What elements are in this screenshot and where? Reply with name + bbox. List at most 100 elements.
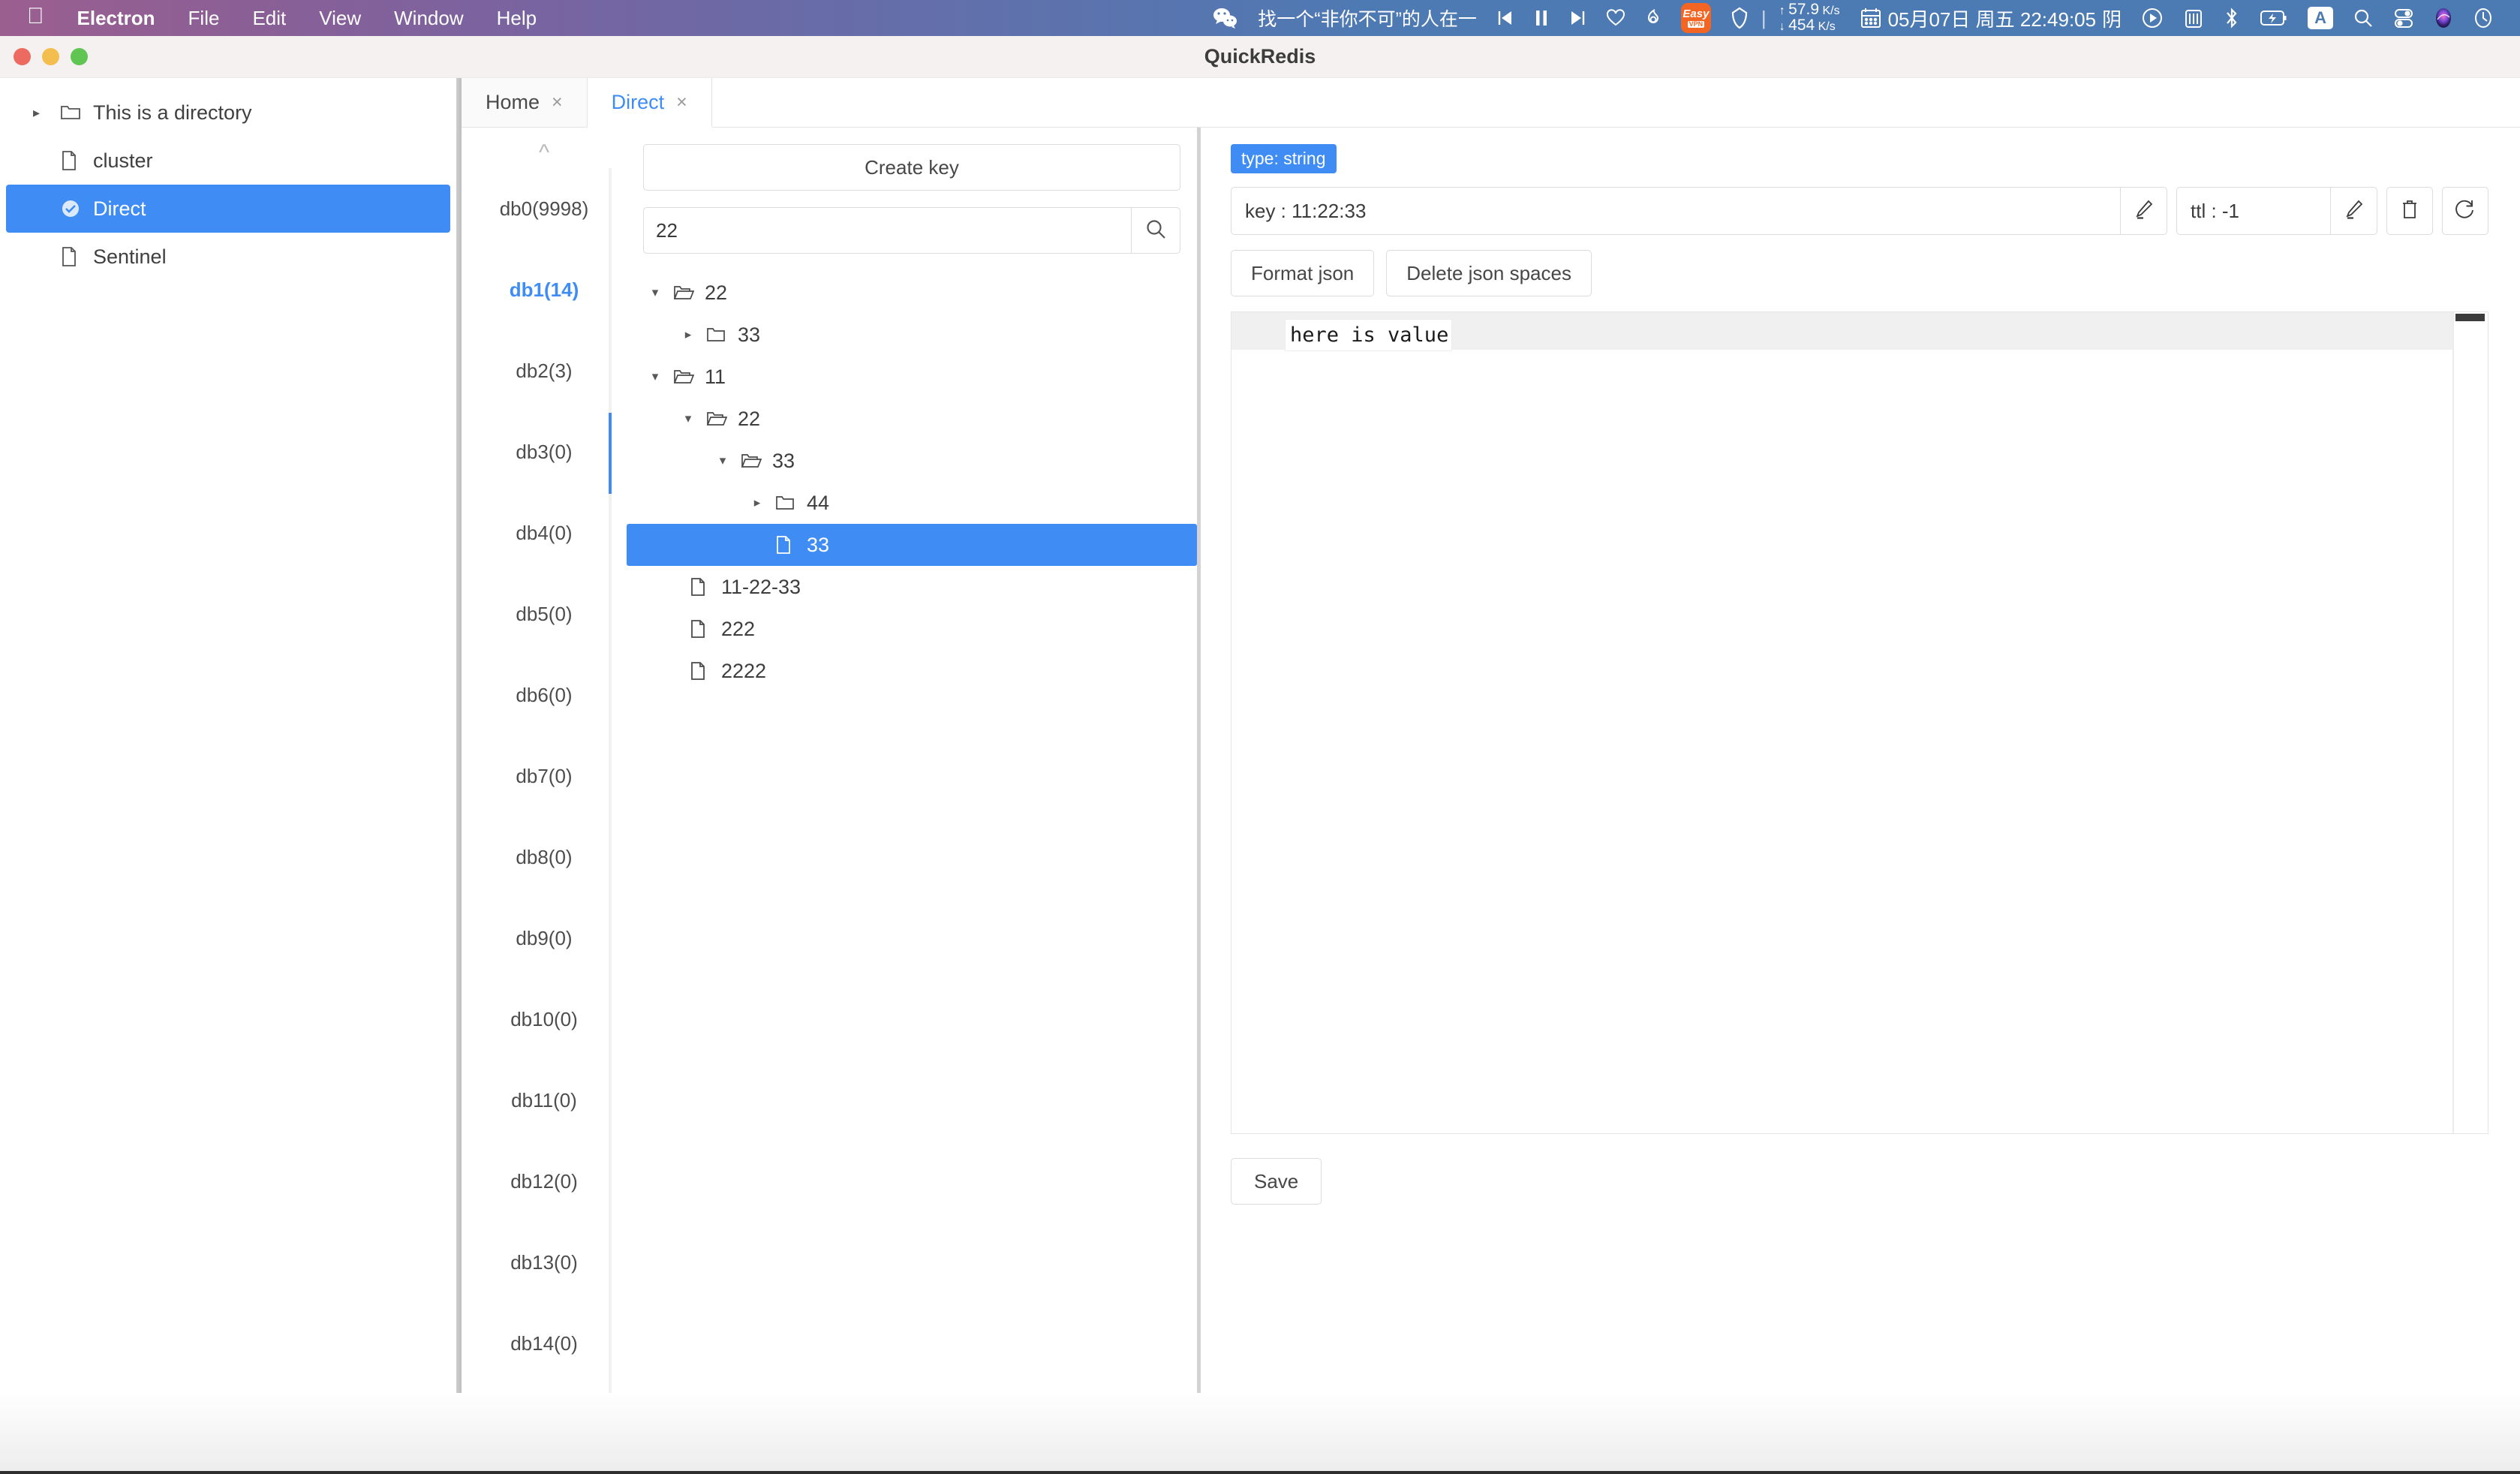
datetime-status-item[interactable]: 05月07日 周五 22:49:05 阴 — [1850, 5, 2132, 32]
tree-node-folder-33[interactable]: ▸ 33 — [643, 314, 1180, 356]
pause-icon[interactable] — [1524, 8, 1559, 28]
delete-json-spaces-button[interactable]: Delete json spaces — [1386, 250, 1592, 296]
shield-icon[interactable] — [1721, 7, 1758, 29]
db-item-db0[interactable]: db0(9998) — [462, 168, 627, 249]
expand-caret-icon[interactable]: ▸ — [33, 105, 50, 121]
apple-icon[interactable]:  — [20, 5, 61, 31]
chevron-down-icon[interactable]: ▾ — [646, 369, 664, 384]
db-item-db9[interactable]: db9(0) — [462, 898, 627, 979]
create-key-button[interactable]: Create key — [643, 144, 1180, 191]
download-speed-unit: K/s — [1818, 20, 1836, 33]
sidebar-item-direct[interactable]: Direct — [6, 185, 450, 233]
tree-node-label: 33 — [772, 449, 795, 472]
db-item-db10[interactable]: db10(0) — [462, 979, 627, 1060]
notification-center-icon[interactable] — [2463, 7, 2503, 29]
sidebar-item-sentinel[interactable]: Sentinel — [6, 233, 450, 281]
tab-close-icon[interactable]: × — [552, 92, 563, 113]
menu-item-window[interactable]: Window — [377, 7, 480, 30]
easyvpn-icon[interactable]: Easy VPN — [1671, 3, 1721, 33]
tree-node-folder-11[interactable]: ▾ 11 — [643, 356, 1180, 398]
network-speed-indicator[interactable]: ↑ 57.9 K/s ↓ 454 K/s — [1770, 2, 1850, 34]
tree-node-label: 11 — [705, 365, 726, 388]
skip-previous-icon[interactable] — [1487, 8, 1524, 28]
wechat-icon[interactable] — [1203, 7, 1248, 29]
database-list: ^ db0(9998) db1(14) db2(3) db3(0) db4(0)… — [462, 128, 627, 1474]
menu-item-file[interactable]: File — [172, 7, 236, 30]
menu-item-help[interactable]: Help — [480, 7, 553, 30]
db-item-db7[interactable]: db7(0) — [462, 735, 627, 817]
key-name-field[interactable]: key : 11:22:33 — [1231, 187, 2167, 235]
chevron-up-icon[interactable]: ^ — [539, 138, 549, 168]
format-json-button[interactable]: Format json — [1231, 250, 1375, 296]
db-item-db5[interactable]: db5(0) — [462, 573, 627, 654]
sidebar-item-cluster[interactable]: cluster — [6, 137, 450, 185]
spotlight-search-icon[interactable] — [2343, 8, 2383, 29]
db-item-db2[interactable]: db2(3) — [462, 330, 627, 411]
save-row: Save — [1231, 1158, 2488, 1205]
db-item-db3[interactable]: db3(0) — [462, 411, 627, 492]
tab-close-icon[interactable]: × — [676, 92, 687, 113]
menu-item-electron[interactable]: Electron — [61, 7, 172, 30]
value-editor[interactable]: 1 here is value — [1231, 311, 2488, 1134]
db-item-db4[interactable]: db4(0) — [462, 492, 627, 573]
editor-code-area[interactable]: here is value — [1284, 312, 2488, 1133]
play-circle-icon[interactable] — [2131, 7, 2173, 29]
db-item-db11[interactable]: db11(0) — [462, 1060, 627, 1141]
db-item-db14[interactable]: db14(0) — [462, 1303, 627, 1384]
db-item-db1[interactable]: db1(14) — [462, 249, 627, 330]
ttl-field[interactable]: ttl : -1 — [2176, 187, 2377, 235]
db-item-db12[interactable]: db12(0) — [462, 1141, 627, 1222]
netease-music-icon[interactable] — [1635, 8, 1671, 29]
sidebar-splitter[interactable] — [456, 78, 462, 1474]
chevron-down-icon[interactable]: ▾ — [679, 411, 697, 426]
pencil-icon — [2134, 199, 2155, 224]
easyvpn-label: Easy — [1683, 8, 1710, 20]
tree-node-key-33-selected[interactable]: 33 — [627, 524, 1197, 566]
tree-node-folder-44[interactable]: ▸ 44 — [643, 482, 1180, 524]
skip-next-icon[interactable] — [1559, 8, 1596, 28]
sidebar-item-label: cluster — [93, 149, 153, 172]
save-button[interactable]: Save — [1231, 1158, 1322, 1205]
refresh-button[interactable] — [2442, 187, 2488, 235]
db-item-db6[interactable]: db6(0) — [462, 654, 627, 735]
tree-node-folder-22[interactable]: ▾ 22 — [643, 272, 1180, 314]
calendar-icon — [1860, 7, 1882, 29]
search-button[interactable] — [1131, 207, 1180, 254]
trash-icon — [2400, 198, 2419, 224]
key-search-input[interactable] — [643, 207, 1131, 254]
tree-node-folder-11-22-33[interactable]: ▾ 33 — [643, 440, 1180, 482]
folder-icon — [706, 326, 729, 343]
tab-home[interactable]: Home × — [462, 77, 588, 127]
editor-value-text[interactable]: here is value — [1284, 319, 1453, 351]
now-playing-title[interactable]: 找一个“非你不可”的人在一 — [1248, 5, 1487, 32]
chevron-right-icon[interactable]: ▸ — [748, 495, 766, 510]
chevron-down-icon[interactable]: ▾ — [714, 453, 732, 468]
edit-ttl-button[interactable] — [2330, 188, 2377, 234]
search-icon — [1144, 218, 1167, 244]
tree-node-label: 2222 — [721, 659, 767, 682]
chevron-down-icon[interactable]: ▾ — [646, 285, 664, 300]
menu-item-edit[interactable]: Edit — [236, 7, 302, 30]
tree-node-key-222[interactable]: 222 — [643, 608, 1180, 650]
battery-charging-icon[interactable] — [2250, 8, 2298, 28]
tab-direct[interactable]: Direct × — [587, 78, 712, 128]
chevron-right-icon[interactable]: ▸ — [679, 327, 697, 342]
tree-node-folder-11-22[interactable]: ▾ 22 — [643, 398, 1180, 440]
db-item-db8[interactable]: db8(0) — [462, 817, 627, 898]
edit-key-button[interactable] — [2120, 188, 2167, 234]
bluetooth-icon[interactable] — [2214, 7, 2250, 29]
tree-node-key-2222[interactable]: 2222 — [643, 650, 1180, 692]
menu-item-view[interactable]: View — [302, 7, 377, 30]
istat-menus-icon[interactable] — [2173, 7, 2214, 29]
tree-node-label: 222 — [721, 617, 756, 640]
delete-key-button[interactable] — [2386, 187, 2433, 235]
folder-open-icon — [673, 284, 696, 301]
editor-minimap[interactable] — [2453, 312, 2488, 1133]
control-center-icon[interactable] — [2383, 8, 2424, 29]
db-item-db13[interactable]: db13(0) — [462, 1222, 627, 1303]
tree-node-key-11-22-33[interactable]: 11-22-33 — [643, 566, 1180, 608]
heart-icon[interactable] — [1596, 9, 1635, 27]
sidebar-item-this-is-a-directory[interactable]: ▸ This is a directory — [6, 89, 450, 137]
input-source-indicator[interactable]: A — [2298, 7, 2343, 29]
siri-icon[interactable] — [2424, 7, 2463, 29]
